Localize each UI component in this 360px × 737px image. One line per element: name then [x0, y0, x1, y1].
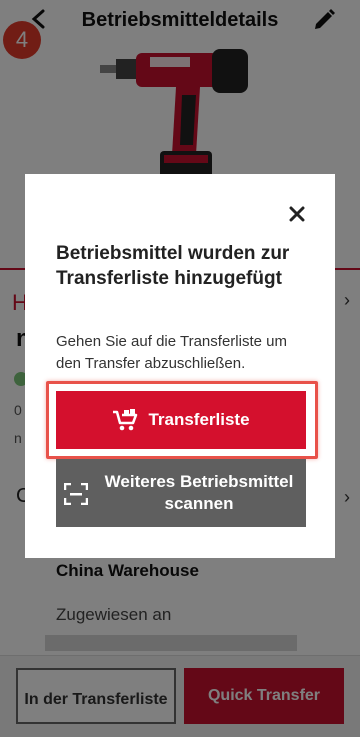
cart-icon: [113, 409, 138, 431]
close-icon[interactable]: [289, 206, 305, 222]
transfer-list-button[interactable]: Transferliste: [56, 391, 306, 449]
confirmation-dialog: Betriebsmittel wurden zur Transferliste …: [25, 174, 335, 558]
transfer-list-button-label: Transferliste: [148, 410, 250, 429]
dialog-message: Gehen Sie auf die Transferliste um den T…: [56, 333, 287, 372]
scan-another-button-label: Weiteres Betriebsmittel scannen: [104, 472, 294, 513]
scan-icon: [64, 483, 88, 505]
dialog-title: Betriebsmittel wurden zur Transferliste …: [56, 243, 290, 289]
scan-another-button[interactable]: Weiteres Betriebsmittel scannen: [56, 459, 306, 527]
